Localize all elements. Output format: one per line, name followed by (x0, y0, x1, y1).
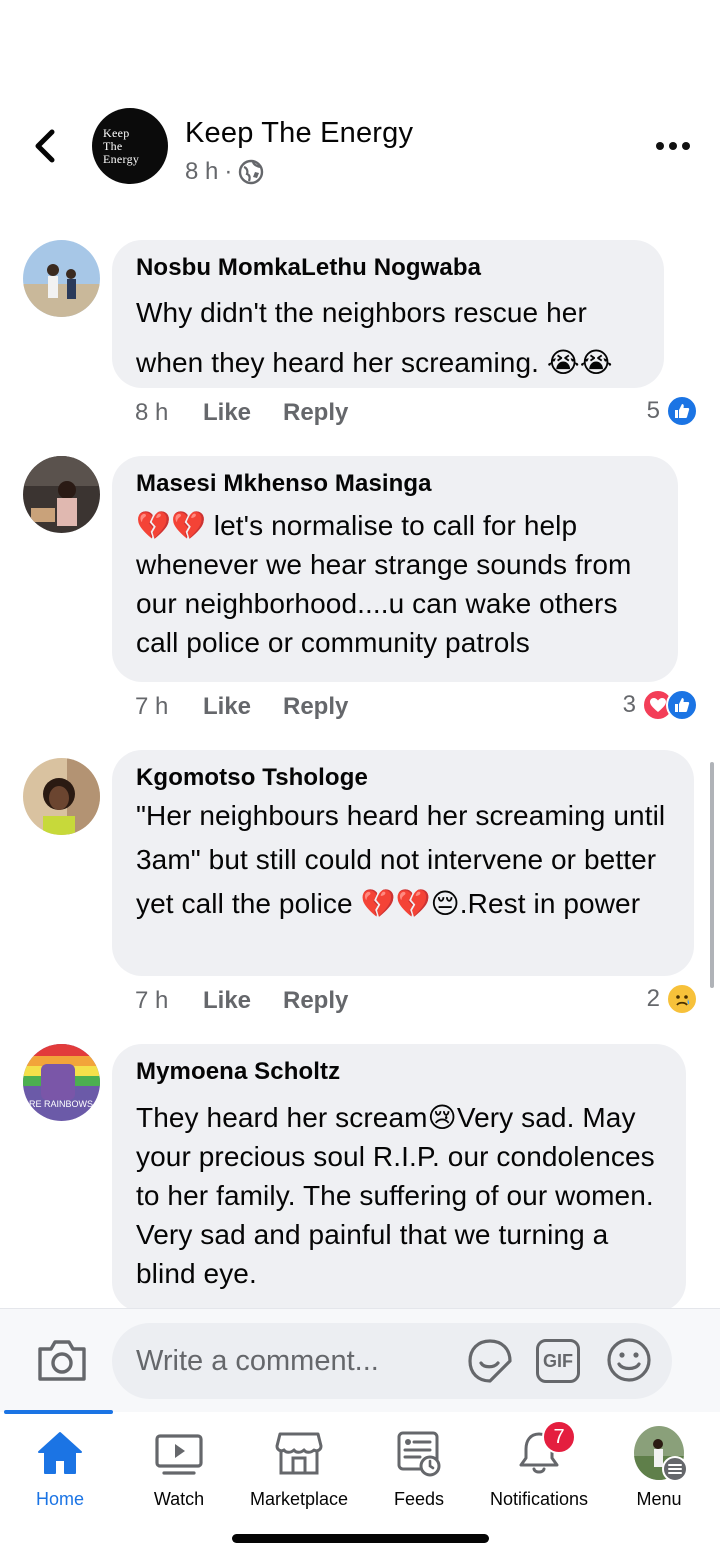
tab-label: Home (35, 1489, 84, 1509)
watch-icon (154, 1428, 204, 1478)
like-button[interactable]: Like (203, 693, 283, 721)
like-button[interactable]: Like (203, 987, 283, 1015)
camera-icon (38, 1340, 86, 1381)
post-header: Keep The Energy Keep The Energy 8 h · (0, 100, 720, 192)
chevron-left-icon (35, 129, 55, 163)
scrollbar[interactable] (710, 762, 714, 988)
smiley-icon (607, 1338, 651, 1382)
tab-watch[interactable]: Watch (119, 1412, 239, 1512)
like-reaction-icon (666, 689, 698, 721)
home-indicator[interactable] (232, 1534, 489, 1543)
more-options-button[interactable] (656, 140, 690, 152)
comment-time: 7 h (135, 693, 169, 720)
menu-lines-icon (662, 1456, 688, 1482)
tab-label: Watch (153, 1489, 205, 1509)
comment-bubble: Nosbu MomkaLethu Nogwaba Why didn't the … (112, 240, 664, 388)
globe-icon (239, 159, 264, 185)
marketplace-icon (274, 1428, 324, 1478)
comment-input-container[interactable]: GIF (112, 1323, 672, 1399)
avatar[interactable]: RE RAINBOWS (23, 1044, 100, 1121)
avatar-text: RE RAINBOWS (29, 1099, 93, 1109)
more-dot-icon (669, 142, 677, 150)
logo-line-3: Energy (103, 151, 140, 166)
back-button[interactable] (28, 126, 64, 166)
tab-notifications[interactable]: Notifications (479, 1412, 599, 1512)
emoji-button[interactable] (606, 1337, 652, 1383)
more-dot-icon (656, 142, 664, 150)
comment-text: Why didn't the neighbors rescue her when… (136, 297, 613, 378)
comment-text: They heard her scream😢Very sad. May your… (136, 1102, 655, 1289)
tab-label: Marketplace (249, 1489, 349, 1509)
tab-menu[interactable]: Menu (599, 1412, 719, 1512)
reply-button[interactable]: Reply (283, 399, 348, 427)
tab-home[interactable]: Home (0, 1412, 120, 1512)
reaction-count: 5 (646, 397, 660, 424)
tab-label: Notifications (489, 1489, 589, 1509)
comment-text: 💔💔 let's normalise to call for help when… (136, 510, 632, 658)
avatar[interactable] (23, 758, 100, 835)
sad-reaction-icon (666, 983, 698, 1015)
feeds-icon (394, 1428, 444, 1478)
reaction-summary[interactable]: 2 (647, 983, 698, 1015)
comment-bubble: Mymoena Scholtz They heard her scream😢Ve… (112, 1044, 686, 1312)
comment-bubble: Masesi Mkhenso Masinga 💔💔 let's normalis… (112, 456, 678, 682)
like-reaction-icon (666, 395, 698, 427)
tab-marketplace[interactable]: Marketplace (239, 1412, 359, 1512)
comment-time: 8 h (135, 399, 169, 426)
sticker-button[interactable] (466, 1337, 514, 1385)
tab-label: Feeds (393, 1489, 445, 1509)
reaction-count: 3 (622, 691, 636, 718)
comment-author[interactable]: Nosbu MomkaLethu Nogwaba (136, 254, 640, 282)
post-time: 8 h (185, 158, 219, 185)
reply-button[interactable]: Reply (283, 987, 348, 1015)
notification-count-badge: 7 (542, 1420, 576, 1454)
comment-author[interactable]: Mymoena Scholtz (136, 1058, 662, 1086)
comment-composer: GIF (0, 1308, 720, 1412)
logo-line-2: The (103, 138, 123, 153)
reaction-summary[interactable]: 3 (623, 689, 698, 721)
reaction-count: 2 (646, 985, 660, 1012)
sticker-icon (468, 1339, 512, 1383)
tab-label: Menu (636, 1489, 682, 1509)
comment-actions: 7 h Like Reply (135, 693, 348, 721)
page-name[interactable]: Keep The Energy (185, 117, 413, 150)
comment-author[interactable]: Kgomotso Tshologe (136, 764, 670, 792)
comment-text: "Her neighbours heard her screaming unti… (136, 800, 666, 919)
reply-button[interactable]: Reply (283, 693, 348, 721)
page-logo[interactable]: Keep The Energy (92, 108, 168, 184)
comment-bubble: Kgomotso Tshologe "Her neighbours heard … (112, 750, 694, 976)
gif-button[interactable]: GIF (536, 1339, 580, 1383)
more-dot-icon (682, 142, 690, 150)
comment-author[interactable]: Masesi Mkhenso Masinga (136, 470, 654, 498)
camera-button[interactable] (36, 1337, 88, 1383)
comment-input[interactable] (136, 1341, 456, 1381)
post-meta: 8 h · (185, 158, 264, 186)
logo-line-1: Keep (103, 125, 130, 140)
meta-separator: · (224, 158, 233, 185)
reaction-summary[interactable]: 5 (647, 395, 698, 427)
tab-feeds[interactable]: Feeds (359, 1412, 479, 1512)
comment-actions: 7 h Like Reply (135, 987, 348, 1015)
home-icon (35, 1428, 85, 1478)
comment-time: 7 h (135, 987, 169, 1014)
avatar[interactable] (23, 456, 100, 533)
comment-actions: 8 h Like Reply (135, 399, 348, 427)
avatar[interactable] (23, 240, 100, 317)
like-button[interactable]: Like (203, 399, 283, 427)
